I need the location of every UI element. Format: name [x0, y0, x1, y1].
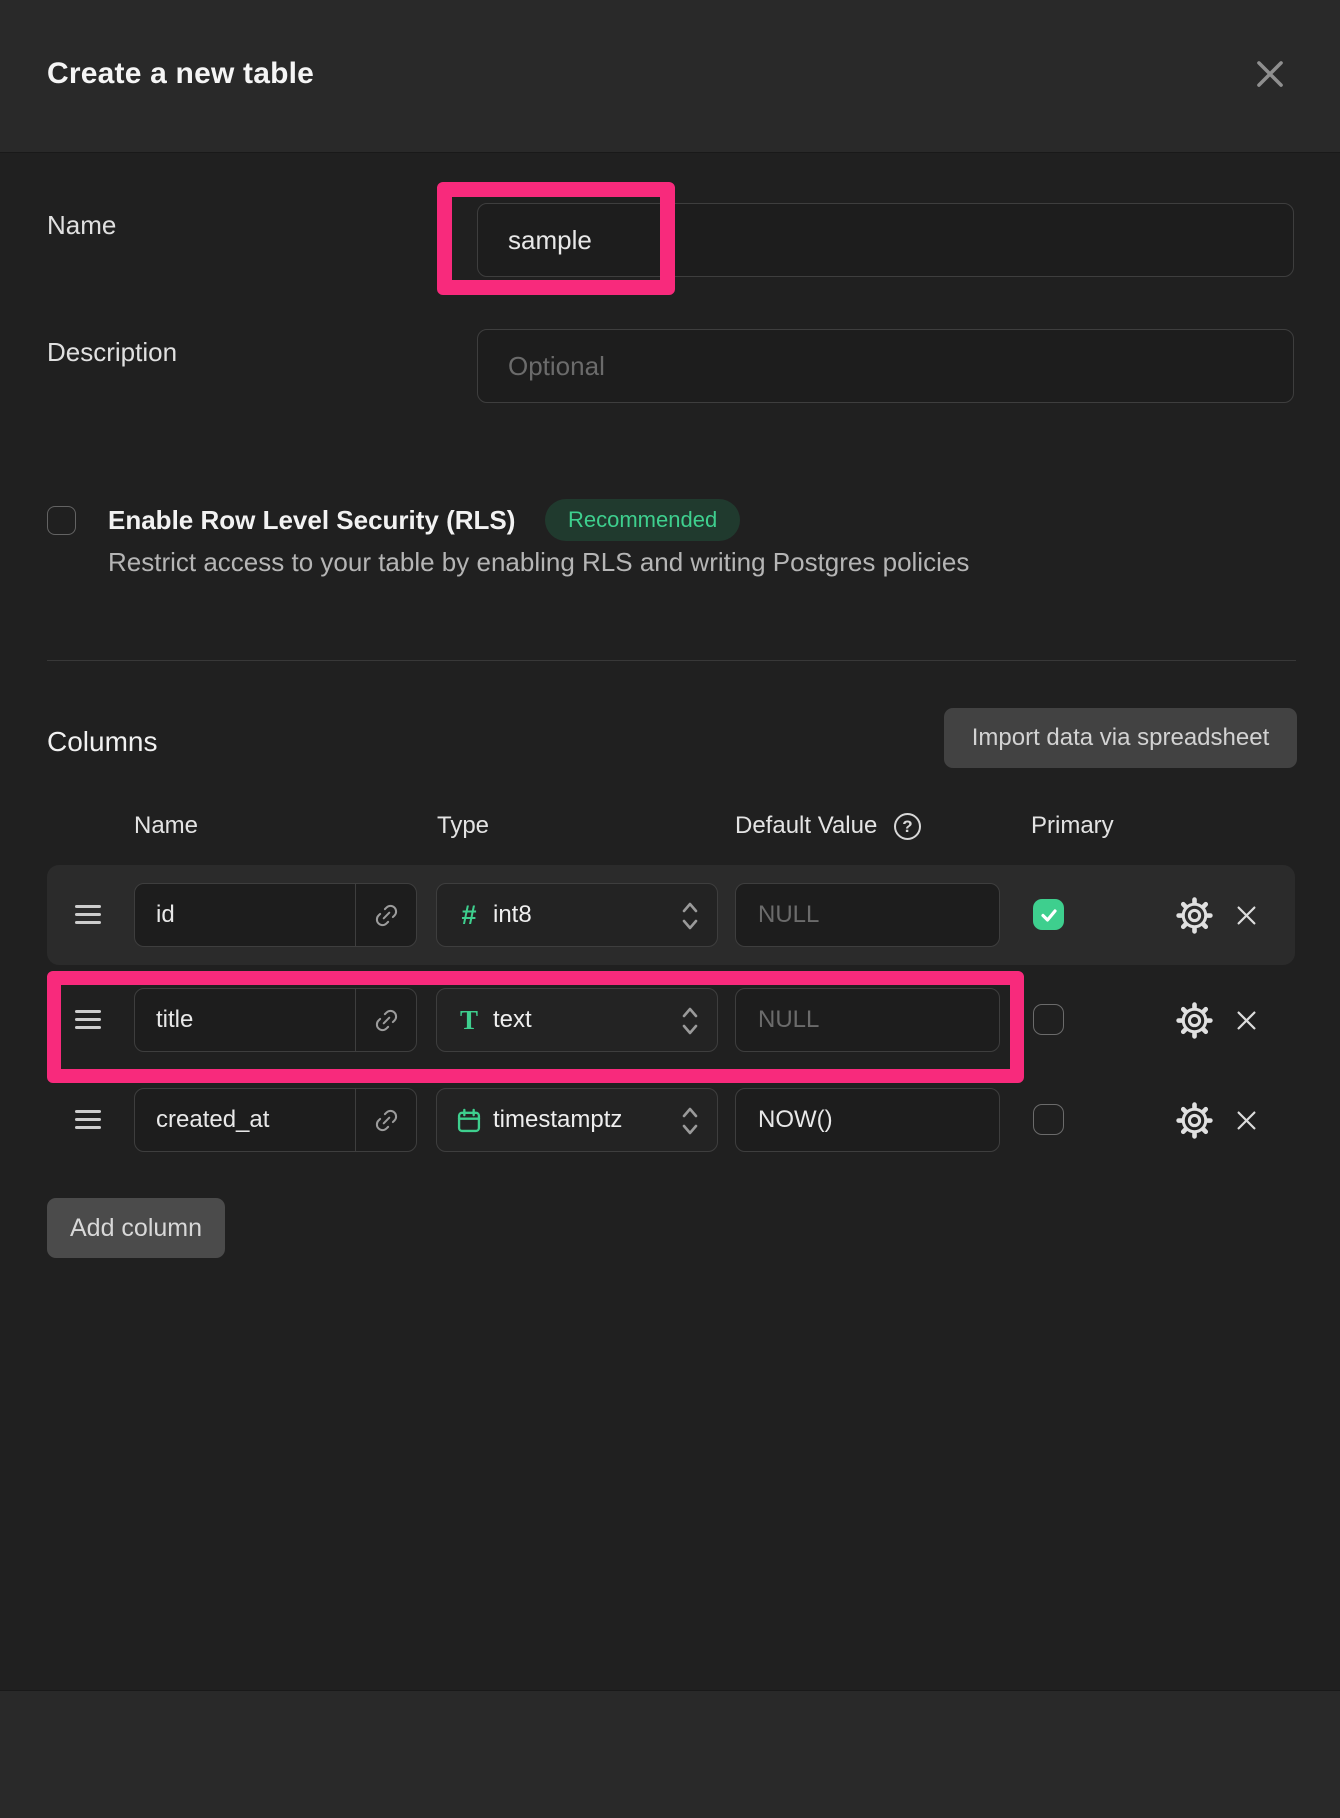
default-value-input[interactable] [736, 1089, 999, 1151]
foreign-key-button[interactable] [355, 1089, 416, 1151]
column-row-title: T text [47, 970, 1295, 1070]
name-label: Name [47, 210, 117, 240]
column-name-input[interactable] [135, 989, 355, 1051]
close-icon [1257, 61, 1283, 87]
column-name-input[interactable] [135, 884, 355, 946]
remove-column-button[interactable] [1231, 1105, 1261, 1135]
dialog-title: Create a new table [47, 57, 315, 90]
column-name-input[interactable] [135, 1089, 355, 1151]
column-name-cell [134, 988, 417, 1052]
close-button[interactable] [1248, 52, 1292, 96]
remove-column-button[interactable] [1231, 1005, 1261, 1035]
column-header-name: Name [134, 812, 199, 839]
import-spreadsheet-button[interactable]: Import data via spreadsheet [944, 708, 1297, 768]
column-type-select[interactable]: # int8 [436, 883, 718, 947]
column-row-created-at: timestamptz [47, 1070, 1295, 1170]
hash-icon: # [461, 899, 477, 930]
default-value-input[interactable] [736, 989, 999, 1051]
dialog-header: Create a new table [0, 0, 1340, 153]
primary-checkbox[interactable] [1033, 899, 1064, 930]
add-column-button[interactable]: Add column [47, 1198, 225, 1258]
link-icon [375, 904, 397, 926]
remove-column-button[interactable] [1231, 900, 1261, 930]
rls-label: Enable Row Level Security (RLS) [108, 505, 516, 535]
drag-handle-icon[interactable] [75, 1110, 101, 1129]
column-settings-button[interactable] [1174, 1100, 1214, 1140]
gear-icon [1175, 896, 1213, 934]
default-value-cell [735, 1088, 1000, 1152]
default-value-input[interactable] [736, 884, 999, 946]
column-row-id: # int8 [47, 865, 1295, 965]
column-header-primary: Primary [1031, 812, 1114, 839]
column-type-select[interactable]: T text [436, 988, 718, 1052]
dialog-footer: Cancel Save [0, 1690, 1340, 1818]
column-name-cell [134, 1088, 417, 1152]
chevron-up-down-icon [682, 1107, 698, 1135]
default-value-cell [735, 883, 1000, 947]
recommended-badge: Recommended [545, 499, 741, 541]
gear-icon [1175, 1101, 1213, 1139]
create-table-dialog: Create a new table Name Description Enab… [0, 0, 1340, 1818]
rls-checkbox[interactable] [47, 506, 76, 535]
check-icon [1040, 908, 1057, 922]
column-settings-button[interactable] [1174, 1000, 1214, 1040]
drag-handle-icon[interactable] [75, 905, 101, 924]
foreign-key-button[interactable] [355, 884, 416, 946]
section-divider [47, 660, 1296, 661]
primary-checkbox[interactable] [1033, 1004, 1064, 1035]
column-settings-button[interactable] [1174, 895, 1214, 935]
default-value-cell [735, 988, 1000, 1052]
description-input[interactable] [477, 329, 1294, 403]
chevron-up-down-icon [682, 1007, 698, 1035]
link-icon [375, 1109, 397, 1131]
primary-checkbox[interactable] [1033, 1104, 1064, 1135]
description-label: Description [47, 337, 178, 367]
text-type-icon: T [459, 1004, 478, 1035]
columns-heading: Columns [47, 726, 158, 757]
table-name-input[interactable] [477, 203, 1294, 277]
rls-description: Restrict access to your table by enablin… [108, 547, 970, 577]
x-icon [1237, 1011, 1255, 1029]
drag-handle-icon[interactable] [75, 1010, 101, 1029]
gear-icon [1175, 1001, 1213, 1039]
column-header-type: Type [437, 812, 490, 839]
calendar-icon [454, 1105, 484, 1136]
chevron-up-down-icon [682, 902, 698, 930]
column-name-cell [134, 883, 417, 947]
x-icon [1237, 906, 1255, 924]
foreign-key-button[interactable] [355, 989, 416, 1051]
x-icon [1237, 1111, 1255, 1129]
column-header-default-value: Default Value [735, 812, 878, 839]
link-icon [375, 1009, 397, 1031]
help-icon[interactable]: ? [894, 813, 921, 840]
column-type-select[interactable]: timestamptz [436, 1088, 718, 1152]
